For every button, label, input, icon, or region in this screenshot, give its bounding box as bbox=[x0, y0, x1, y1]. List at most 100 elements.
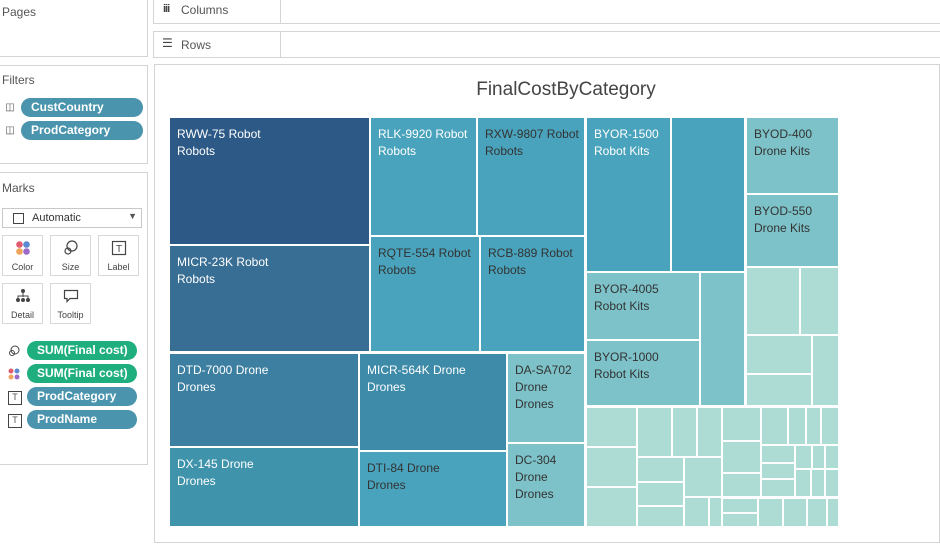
treemap-cell[interactable] bbox=[761, 445, 795, 463]
cell-product-label: BYOD-550 bbox=[754, 204, 813, 218]
treemap-cell[interactable] bbox=[783, 498, 807, 527]
cell-product-label: RWW-75 Robot bbox=[177, 127, 261, 141]
cell-product-label: DTI-84 Drone bbox=[367, 461, 440, 475]
treemap-cell[interactable]: RCB-889 Robot Robots bbox=[480, 236, 585, 352]
treemap-cell[interactable]: RXW-9807 Robot Robots bbox=[477, 117, 585, 236]
treemap-cell[interactable]: BYOD-400 Drone Kits bbox=[746, 117, 839, 194]
pages-shelf[interactable]: Pages bbox=[0, 0, 148, 57]
treemap-cell[interactable] bbox=[722, 407, 761, 441]
treemap-cell[interactable]: BYOR-1500 Robot Kits bbox=[586, 117, 671, 272]
treemap-cell[interactable] bbox=[795, 445, 812, 469]
treemap-cell[interactable]: RWW-75 Robot Robots bbox=[169, 117, 370, 245]
treemap-cell[interactable]: DA-SA702 Drone Drones bbox=[507, 353, 585, 443]
treemap-cell[interactable] bbox=[722, 498, 758, 513]
treemap-cell[interactable] bbox=[800, 267, 839, 335]
cell-category-label: Drones bbox=[367, 380, 406, 394]
treemap-cell[interactable] bbox=[684, 457, 722, 497]
treemap-cell[interactable] bbox=[671, 117, 745, 272]
treemap-cell[interactable] bbox=[700, 272, 745, 406]
rows-label: Rows bbox=[181, 38, 212, 52]
treemap-cell[interactable] bbox=[637, 457, 684, 482]
treemap-cell[interactable] bbox=[586, 487, 637, 527]
treemap-cell[interactable] bbox=[812, 335, 839, 406]
treemap-cell[interactable]: RLK-9920 Robot Robots bbox=[370, 117, 477, 236]
treemap-cell[interactable]: MICR-564K Drone Drones bbox=[359, 353, 507, 451]
cell-product-label: RLK-9920 Robot bbox=[378, 127, 468, 141]
label-button[interactable]: T Label bbox=[98, 235, 139, 276]
treemap-cell[interactable]: DX-145 Drone Drones bbox=[169, 447, 359, 527]
detail-icon bbox=[3, 288, 42, 310]
filters-label: Filters bbox=[2, 73, 35, 87]
cell-category-label: Robots bbox=[485, 144, 524, 158]
filter-pill-custcountry[interactable]: CustCountry bbox=[21, 98, 143, 117]
treemap-cell[interactable]: DC-304 Drone Drones bbox=[507, 443, 585, 527]
treemap-cell[interactable]: BYOR-1000 Robot Kits bbox=[586, 340, 700, 406]
treemap-cell[interactable]: DTI-84 Drone Drones bbox=[359, 451, 507, 527]
treemap-cell[interactable]: MICR-23K Robot Robots bbox=[169, 245, 370, 352]
mark-type-dropdown[interactable]: Automatic ▼ bbox=[2, 208, 142, 228]
treemap-cell[interactable] bbox=[586, 407, 637, 447]
treemap-cell[interactable] bbox=[722, 473, 761, 497]
treemap-cell[interactable] bbox=[788, 407, 806, 445]
treemap-cell[interactable] bbox=[812, 445, 825, 469]
columns-shelf[interactable]: iii Columns bbox=[153, 0, 940, 24]
cell-product-label: BYOR-1000 bbox=[594, 350, 659, 364]
marks-pill-prodname[interactable]: ProdName bbox=[27, 410, 137, 429]
cell-product-label: BYOD-400 bbox=[754, 127, 813, 141]
treemap-cell[interactable] bbox=[637, 482, 684, 506]
treemap-cell[interactable] bbox=[758, 498, 783, 527]
detail-button[interactable]: Detail bbox=[2, 283, 43, 324]
size-button-label: Size bbox=[61, 262, 80, 272]
treemap-cell[interactable] bbox=[722, 441, 761, 473]
svg-text:T: T bbox=[115, 244, 121, 255]
treemap-cell[interactable] bbox=[761, 479, 795, 497]
color-button[interactable]: Color bbox=[2, 235, 43, 276]
color-button-label: Color bbox=[11, 262, 34, 272]
treemap-cell[interactable]: BYOR-4005 Robot Kits bbox=[586, 272, 700, 340]
rows-icon: ☰ bbox=[162, 36, 173, 50]
treemap-cell[interactable] bbox=[807, 498, 827, 527]
cell-category-label: Drone Kits bbox=[754, 221, 811, 235]
treemap-cell[interactable] bbox=[761, 407, 788, 445]
tooltip-button[interactable]: Tooltip bbox=[50, 283, 91, 324]
treemap-cell[interactable] bbox=[746, 374, 812, 406]
treemap-cell[interactable] bbox=[586, 447, 637, 487]
marks-pill-size[interactable]: SUM(Final cost) bbox=[27, 341, 137, 360]
treemap-cell[interactable] bbox=[827, 498, 839, 527]
cell-product-label: DTD-7000 Drone bbox=[177, 363, 269, 377]
treemap-cell[interactable]: RQTE-554 Robot Robots bbox=[370, 236, 480, 352]
treemap-cell[interactable] bbox=[722, 513, 758, 527]
cell-category-label: Drones bbox=[177, 474, 216, 488]
treemap-cell[interactable] bbox=[746, 335, 812, 374]
marks-pill-prodcategory[interactable]: ProdCategory bbox=[27, 387, 137, 406]
treemap-cell[interactable] bbox=[821, 407, 839, 445]
treemap-cell[interactable] bbox=[795, 469, 811, 497]
treemap-cell[interactable] bbox=[761, 463, 795, 479]
detail-button-label: Detail bbox=[10, 310, 34, 320]
cell-category-label: Drones bbox=[367, 478, 406, 492]
treemap-cell[interactable]: DTD-7000 Drone Drones bbox=[169, 353, 359, 447]
treemap-cell[interactable] bbox=[637, 407, 672, 457]
cell-product-label: MICR-23K Robot bbox=[177, 255, 269, 269]
cell-product-label: RQTE-554 Robot bbox=[378, 246, 471, 260]
treemap-cell[interactable] bbox=[806, 407, 821, 445]
size-button[interactable]: Size bbox=[50, 235, 91, 276]
treemap-cell[interactable] bbox=[825, 469, 839, 497]
treemap-cell[interactable] bbox=[637, 506, 684, 527]
treemap-cell[interactable] bbox=[697, 407, 722, 457]
shelf-divider bbox=[280, 32, 281, 57]
treemap-cell[interactable] bbox=[825, 445, 839, 469]
treemap-cell[interactable] bbox=[746, 267, 800, 335]
filters-shelf[interactable]: Filters ◫ CustCountry ◫ ProdCategory bbox=[0, 65, 148, 164]
marks-pill-color[interactable]: SUM(Final cost) bbox=[27, 364, 137, 383]
treemap-cell[interactable]: BYOD-550 Drone Kits bbox=[746, 194, 839, 267]
cell-category-label: Robot Kits bbox=[594, 299, 650, 313]
chevron-down-icon: ▼ bbox=[128, 211, 137, 221]
rows-shelf[interactable]: ☰ Rows bbox=[153, 31, 940, 58]
treemap-cell[interactable] bbox=[709, 497, 722, 527]
treemap-cell[interactable] bbox=[811, 469, 825, 497]
filter-pill-prodcategory[interactable]: ProdCategory bbox=[21, 121, 143, 140]
cell-category-label: Robots bbox=[177, 144, 216, 158]
treemap-cell[interactable] bbox=[672, 407, 697, 457]
treemap-cell[interactable] bbox=[684, 497, 709, 527]
